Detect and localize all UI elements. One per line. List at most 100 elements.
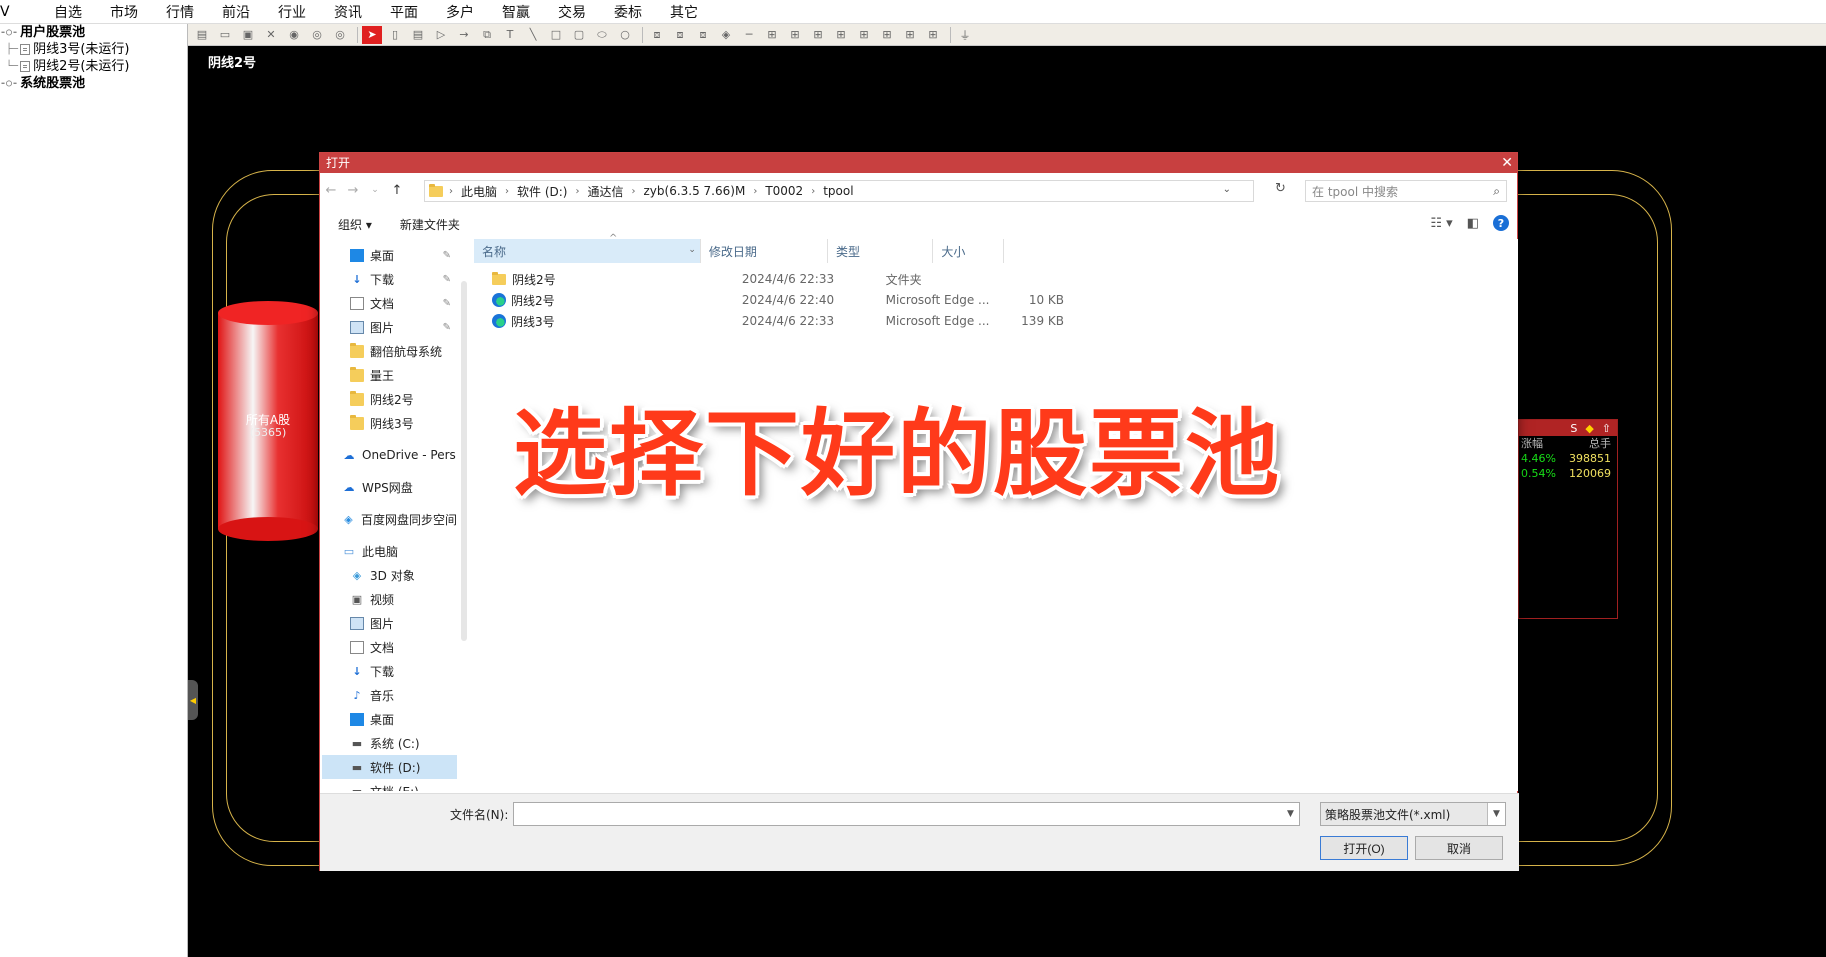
align-icon[interactable]: ⧈ [670, 26, 690, 44]
menu-item[interactable]: 行情 [152, 2, 208, 22]
forward-arrow-icon[interactable]: → [342, 183, 364, 198]
tree-node-system-pools[interactable]: -○- 系统股票池 [0, 75, 187, 92]
nav-item-music[interactable]: ♪ 音乐 [322, 683, 457, 707]
menu-item[interactable]: 多户 [432, 2, 488, 22]
ellipse-icon[interactable]: ⬭ [592, 26, 612, 44]
list-icon[interactable]: ▤ [408, 26, 428, 44]
nav-item-drive-c[interactable]: ▬ 系统 (C:) [322, 731, 457, 755]
back-arrow-icon[interactable]: ← [320, 183, 342, 198]
collapse-handle[interactable]: ◀ [188, 680, 198, 720]
breadcrumb-item[interactable]: 软件 (D:) [517, 183, 567, 200]
column-name[interactable]: ^ 名称 ⌄ [474, 233, 701, 263]
breadcrumb-item[interactable]: T0002 [765, 184, 803, 198]
open-icon[interactable]: ▭ [215, 26, 235, 44]
chevron-down-icon[interactable]: ▼ [1282, 802, 1300, 826]
nav-item-folder[interactable]: 阴线3号 [322, 411, 457, 435]
chevron-down-icon[interactable]: ⌄ [1223, 184, 1231, 195]
result-row[interactable]: 0.54% 120069 [1519, 466, 1617, 481]
nav-item-pictures[interactable]: 图片 [322, 611, 457, 635]
up-arrow-icon[interactable]: ⇧ [1602, 422, 1611, 435]
nav-item-desktop[interactable]: 桌面 ✎ [322, 243, 457, 267]
align-icon[interactable]: ⧈ [693, 26, 713, 44]
nav-item-wps[interactable]: ☁ WPS网盘 [322, 475, 457, 499]
menu-item[interactable]: 平面 [376, 2, 432, 22]
nav-item-onedrive[interactable]: ☁ OneDrive - Pers [322, 443, 457, 467]
line-icon[interactable]: ╲ [523, 26, 543, 44]
fill-icon[interactable]: ◈ [716, 26, 736, 44]
nav-item-folder[interactable]: 量王 [322, 363, 457, 387]
file-row[interactable]: 阴线2号 2024/4/6 22:33 文件夹 [474, 269, 1074, 289]
nav-item-folder[interactable]: 阴线2号 [322, 387, 457, 411]
nav-item-this-pc[interactable]: ▭ 此电脑 [322, 539, 457, 563]
chevron-down-icon[interactable]: ▼ [1487, 803, 1505, 825]
network-icon[interactable]: ⏚ [955, 26, 975, 44]
column-date[interactable]: 修改日期 [701, 239, 828, 263]
breadcrumb-item[interactable]: zyb(6.3.5 7.66)M [644, 184, 746, 198]
close-icon[interactable]: ✕ [1501, 153, 1513, 173]
s-icon[interactable]: S [1570, 422, 1577, 435]
pause-icon[interactable]: ◎ [307, 26, 327, 44]
arrow-right-icon[interactable]: → [454, 26, 474, 44]
grid-icon[interactable]: ⊞ [923, 26, 943, 44]
new-folder-button[interactable]: 新建文件夹 [400, 216, 460, 233]
up-arrow-icon[interactable]: ↑ [386, 183, 408, 198]
pin-icon[interactable]: ✎ [443, 250, 451, 261]
menu-item[interactable]: 智赢 [488, 2, 544, 22]
copy-icon[interactable]: ⧉ [477, 26, 497, 44]
search-input[interactable]: 在 tpool 中搜索 ⌕ [1305, 180, 1507, 202]
run-icon[interactable]: ◉ [284, 26, 304, 44]
nav-item-drive-e[interactable]: ▬ 文档 (E:) [322, 779, 457, 792]
column-size[interactable]: 大小 [933, 239, 1005, 263]
nav-item-downloads[interactable]: ↓ 下载 [322, 659, 457, 683]
line-style-icon[interactable]: ─ [739, 26, 759, 44]
grid-icon[interactable]: ⊞ [808, 26, 828, 44]
rounded-rect-icon[interactable]: ▢ [569, 26, 589, 44]
breadcrumb-item[interactable]: 通达信 [587, 183, 623, 200]
file-row[interactable]: 阴线2号 2024/4/6 22:40 Microsoft Edge ... 1… [474, 290, 1074, 310]
file-type-select[interactable]: 策略股票池文件(*.xml) ▼ [1320, 802, 1506, 826]
file-row[interactable]: 阴线3号 2024/4/6 22:33 Microsoft Edge ... 1… [474, 311, 1074, 331]
column-type[interactable]: 类型 [828, 239, 934, 263]
grid-icon[interactable]: ⊞ [877, 26, 897, 44]
breadcrumb-item[interactable]: 此电脑 [461, 183, 497, 200]
stop-icon[interactable]: ◎ [330, 26, 350, 44]
chevron-down-icon[interactable]: ⌄ [688, 245, 696, 255]
nav-item-3d[interactable]: ◈ 3D 对象 [322, 563, 457, 587]
pin-icon[interactable]: ✎ [443, 298, 451, 309]
filename-input[interactable] [513, 802, 1283, 826]
menu-item[interactable]: 其它 [656, 2, 712, 22]
address-bar[interactable]: › 此电脑 › 软件 (D:) › 通达信 › zyb(6.3.5 7.66)M… [424, 180, 1254, 202]
menu-item[interactable]: 委标 [600, 2, 656, 22]
grid-icon[interactable]: ⊞ [762, 26, 782, 44]
pin-icon[interactable]: ✎ [443, 274, 451, 285]
delete-icon[interactable]: ✕ [261, 26, 281, 44]
help-icon[interactable]: ? [1493, 215, 1509, 231]
result-row[interactable]: 4.46% 398851 [1519, 451, 1617, 466]
nav-item-folder[interactable]: 翻倍航母系统 [322, 339, 457, 363]
cancel-button[interactable]: 取消 [1415, 836, 1503, 860]
text-icon[interactable]: T [500, 26, 520, 44]
save-icon[interactable]: ▣ [238, 26, 258, 44]
menu-item[interactable]: 前沿 [208, 2, 264, 22]
nav-item-baidu[interactable]: ◈ 百度网盘同步空间 [322, 507, 457, 531]
open-button[interactable]: 打开(O) [1320, 836, 1408, 860]
nav-item-downloads[interactable]: ↓ 下载 ✎ [322, 267, 457, 291]
breadcrumb-item[interactable]: tpool [823, 184, 853, 198]
align-icon[interactable]: ⧈ [647, 26, 667, 44]
preview-pane-icon[interactable]: ◧ [1467, 216, 1479, 231]
tree-leaf[interactable]: ├─ 阴线3号(未运行) [0, 41, 187, 58]
new-icon[interactable]: ▤ [192, 26, 212, 44]
pin-icon[interactable]: ✎ [443, 322, 451, 333]
nav-item-pictures[interactable]: 图片 ✎ [322, 315, 457, 339]
rect-icon[interactable]: □ [546, 26, 566, 44]
grid-icon[interactable]: ⊞ [900, 26, 920, 44]
circle-icon[interactable]: ○ [615, 26, 635, 44]
organize-button[interactable]: 组织 ▾ [338, 216, 372, 233]
nav-item-desktop[interactable]: 桌面 [322, 707, 457, 731]
nav-item-documents[interactable]: 文档 ✎ [322, 291, 457, 315]
nav-item-videos[interactable]: ▣ 视频 [322, 587, 457, 611]
nav-scrollbar[interactable] [461, 281, 467, 641]
tree-leaf[interactable]: └─ 阴线2号(未运行) [0, 58, 187, 75]
pointer-icon[interactable]: ➤ [362, 25, 382, 44]
play-icon[interactable]: ▷ [431, 26, 451, 44]
